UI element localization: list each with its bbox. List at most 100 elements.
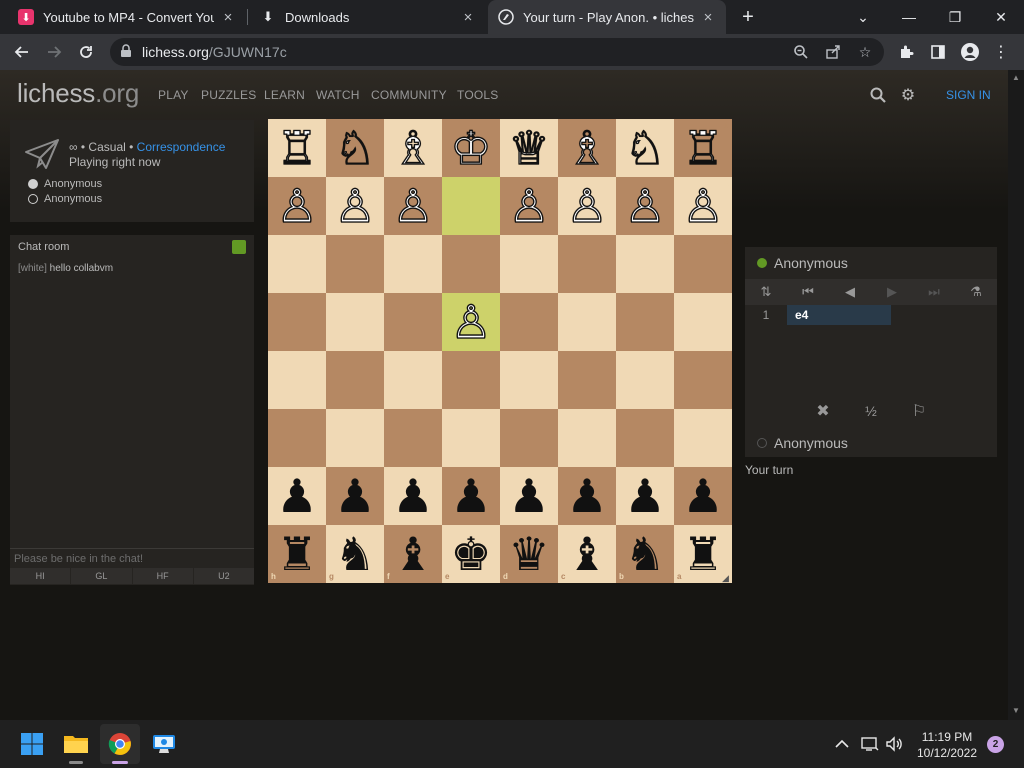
piece-c7[interactable]: ♟ (558, 467, 616, 525)
board-resize-handle-icon[interactable]: ◢ (722, 573, 732, 583)
close-icon[interactable]: × (460, 9, 476, 26)
piece-e8[interactable]: ♚ (442, 525, 500, 583)
square-f3[interactable] (384, 235, 442, 293)
piece-f1[interactable]: ♗ (384, 119, 442, 177)
square-e2[interactable] (442, 177, 500, 235)
back-icon[interactable] (8, 38, 36, 66)
piece-c1[interactable]: ♗ (558, 119, 616, 177)
square-b6[interactable] (616, 409, 674, 467)
player-black[interactable]: Anonymous (28, 193, 102, 205)
side-panel-icon[interactable] (924, 38, 952, 66)
close-icon[interactable]: × (700, 9, 716, 26)
scroll-down-icon[interactable]: ▼ (1012, 707, 1020, 715)
square-d6[interactable] (500, 409, 558, 467)
square-c5[interactable] (558, 351, 616, 409)
tab-downloads[interactable]: ⬇ Downloads × (250, 0, 486, 34)
tab-lichess[interactable]: Your turn - Play Anon. • lichess.org × (488, 0, 726, 34)
piece-b2[interactable]: ♙ (616, 177, 674, 235)
sign-in-link[interactable]: SIGN IN (946, 88, 991, 102)
notification-badge[interactable]: 2 (987, 736, 1004, 753)
nav-watch[interactable]: WATCH (316, 88, 360, 102)
opponent-name[interactable]: Anonymous (757, 255, 848, 271)
next-move-icon[interactable]: ▶ (871, 279, 913, 305)
flip-board-icon[interactable]: ⇅ (745, 279, 787, 305)
profile-avatar-icon[interactable] (956, 38, 984, 66)
close-icon[interactable]: × (220, 9, 236, 26)
reload-icon[interactable] (72, 38, 100, 66)
piece-b7[interactable]: ♟ (616, 467, 674, 525)
preset-gl[interactable]: GL (71, 568, 133, 584)
piece-h1[interactable]: ♖ (268, 119, 326, 177)
square-e5[interactable] (442, 351, 500, 409)
square-e3[interactable] (442, 235, 500, 293)
square-g3[interactable] (326, 235, 384, 293)
forward-icon[interactable] (40, 38, 68, 66)
draw-offer-icon[interactable]: ½ (857, 399, 885, 423)
player-name[interactable]: Anonymous (757, 435, 848, 451)
prev-move-icon[interactable]: ◀ (829, 279, 871, 305)
network-icon[interactable] (860, 734, 880, 754)
chess-board[interactable]: ♖ ♘ ♗ ♔ ♕ ♗ ♘ ♖ ♙ ♙ ♙ ♙ ♙ ♙ ♙ ♙ ♟ ♟ ♟ ♟ ♟ ♟ ♟ ♟ ♜ ♞ ♝ ♚ ♛ ♝ ♞ ♜ 1 2 3 4 5 6 7 8… (268, 119, 732, 583)
tab-search-icon[interactable]: ⌄ (840, 0, 886, 34)
last-move-icon[interactable]: ⏭ (913, 279, 955, 305)
square-c4[interactable] (558, 293, 616, 351)
square-f6[interactable] (384, 409, 442, 467)
piece-h8[interactable]: ♜ (268, 525, 326, 583)
square-b5[interactable] (616, 351, 674, 409)
close-window-button[interactable]: ✕ (978, 0, 1024, 34)
preset-u2[interactable]: U2 (194, 568, 254, 584)
resign-flag-icon[interactable]: ⚐ (905, 399, 933, 423)
chrome-menu-icon[interactable]: ⋮ (988, 38, 1014, 66)
nav-play[interactable]: PLAY (158, 88, 189, 102)
piece-e1[interactable]: ♔ (442, 119, 500, 177)
new-tab-button[interactable]: + (728, 0, 768, 34)
piece-f8[interactable]: ♝ (384, 525, 442, 583)
gear-icon[interactable]: ⚙ (899, 86, 917, 104)
square-d4[interactable] (500, 293, 558, 351)
piece-c2[interactable]: ♙ (558, 177, 616, 235)
chat-input[interactable]: Please be nice in the chat! (10, 548, 254, 568)
bookmark-star-icon[interactable]: ☆ (856, 43, 874, 61)
square-d5[interactable] (500, 351, 558, 409)
nav-puzzles[interactable]: PUZZLES (201, 88, 256, 102)
remote-app-icon[interactable] (144, 724, 184, 764)
piece-e4[interactable]: ♙ (442, 293, 500, 351)
piece-e7[interactable]: ♟ (442, 467, 500, 525)
square-g4[interactable] (326, 293, 384, 351)
file-explorer-icon[interactable] (56, 724, 96, 764)
piece-d1[interactable]: ♕ (500, 119, 558, 177)
nav-learn[interactable]: LEARN (264, 88, 305, 102)
tab-youtube-mp4[interactable]: ⬇ Youtube to MP4 - Convert Youtube × (8, 0, 246, 34)
square-b3[interactable] (616, 235, 674, 293)
piece-g1[interactable]: ♘ (326, 119, 384, 177)
square-f5[interactable] (384, 351, 442, 409)
zoom-icon[interactable] (792, 43, 810, 61)
site-logo[interactable]: lichess.org (17, 78, 139, 109)
piece-f2[interactable]: ♙ (384, 177, 442, 235)
piece-d2[interactable]: ♙ (500, 177, 558, 235)
extensions-icon[interactable] (892, 38, 920, 66)
piece-g7[interactable]: ♟ (326, 467, 384, 525)
square-h4[interactable] (268, 293, 326, 351)
nav-tools[interactable]: TOOLS (457, 88, 498, 102)
chat-toggle[interactable] (232, 240, 246, 254)
square-h6[interactable] (268, 409, 326, 467)
chrome-icon[interactable] (100, 724, 140, 764)
piece-f7[interactable]: ♟ (384, 467, 442, 525)
analysis-icon[interactable]: ⚗ (955, 279, 997, 305)
square-e6[interactable] (442, 409, 500, 467)
square-c3[interactable] (558, 235, 616, 293)
piece-d8[interactable]: ♛ (500, 525, 558, 583)
piece-b8[interactable]: ♞ (616, 525, 674, 583)
minimize-button[interactable]: — (886, 0, 932, 34)
chevron-up-icon[interactable] (832, 734, 852, 754)
move-white[interactable]: e4 (787, 305, 891, 325)
piece-g8[interactable]: ♞ (326, 525, 384, 583)
scroll-up-icon[interactable]: ▲ (1012, 74, 1020, 82)
preset-hi[interactable]: HI (10, 568, 72, 584)
piece-h7[interactable]: ♟ (268, 467, 326, 525)
restore-button[interactable]: ❐ (932, 0, 978, 34)
square-g6[interactable] (326, 409, 384, 467)
square-h3[interactable] (268, 235, 326, 293)
piece-d7[interactable]: ♟ (500, 467, 558, 525)
